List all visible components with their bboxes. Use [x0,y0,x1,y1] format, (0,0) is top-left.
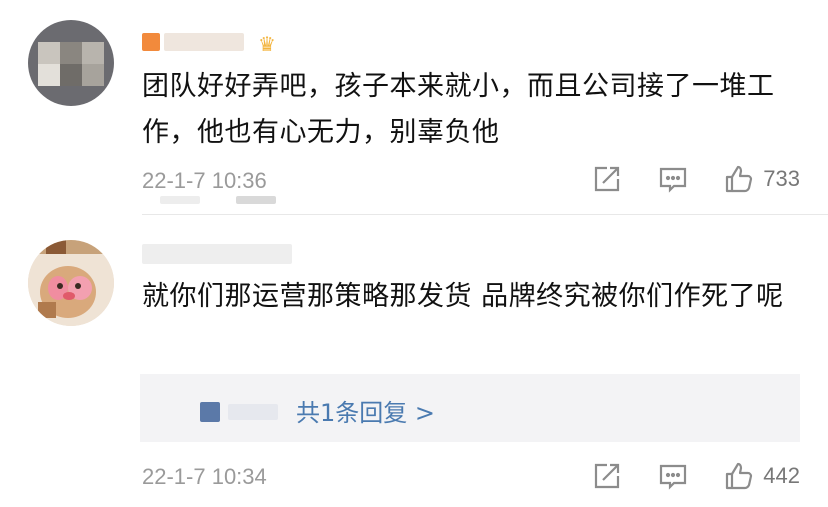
like-count: 733 [763,166,800,191]
timestamp: 22-1-7 10:34 [142,464,267,489]
redacted-name [200,402,220,422]
comment-actions: 733 [557,163,800,195]
username[interactable] [142,244,292,268]
avatar[interactable] [28,240,114,326]
comment-actions: 442 [557,460,800,492]
username[interactable]: ♛ [142,32,277,56]
avatar[interactable] [28,20,114,106]
redacted-name [164,33,244,51]
comment-icon[interactable] [657,460,689,492]
redacted-name [142,33,160,51]
timestamp: 22-1-7 10:36 [142,168,267,193]
replies-preview[interactable]: 共1条回复 > [140,374,800,442]
share-icon[interactable] [591,460,623,492]
share-icon[interactable] [591,163,623,195]
comment-text: 就你们那运营那策略那发货 品牌终究被你们作死了呢 [142,281,784,312]
comment-item: 就你们那运营那策略那发货 品牌终究被你们作死了呢 共1条回复 > 22-1-7 … [0,220,828,507]
comment-text: 团队好好弄吧，孩子本来就小，而且公司接了一堆工作，他也有心无力，别辜负他 [142,71,775,148]
avatar-illustration [28,240,114,326]
like-icon[interactable] [723,163,755,195]
like-icon[interactable] [723,460,755,492]
crown-badge-icon: ♛ [258,32,277,56]
redaction-strip [236,196,276,204]
redaction-strip [160,196,200,204]
redacted-name [142,244,292,264]
like-count: 442 [763,463,800,488]
view-replies-link[interactable]: 共1条回复 > [296,393,435,428]
comment-icon[interactable] [657,163,689,195]
redacted-name [228,404,278,420]
comment-item: ♛ 团队好好弄吧，孩子本来就小，而且公司接了一堆工作，他也有心无力，别辜负他 2… [0,0,828,220]
divider [142,214,828,215]
